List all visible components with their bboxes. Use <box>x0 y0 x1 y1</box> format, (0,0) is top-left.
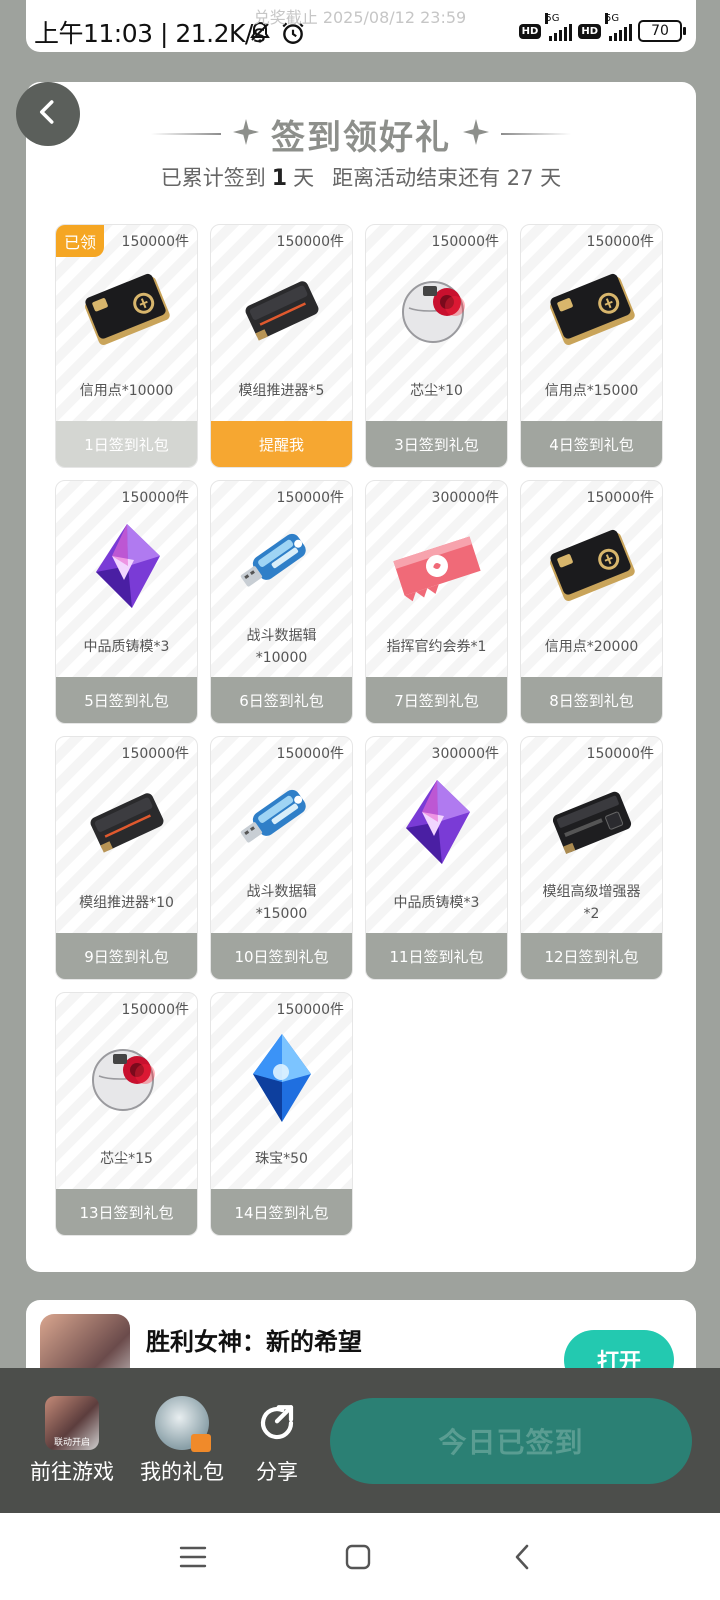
reward-card[interactable]: 已领 150000件信用点*10000 1日签到礼包 <box>55 224 198 468</box>
daily-pack-button[interactable]: 13日签到礼包 <box>56 1189 197 1235</box>
stock-count: 150000件 <box>121 746 189 762</box>
reward-name: 模组高级增强器 *2 <box>542 884 641 922</box>
battle-data-usb-icon <box>232 777 332 867</box>
menu-icon[interactable] <box>175 1539 211 1575</box>
reward-name: 信用点*20000 <box>544 639 639 655</box>
crystal-mold-icon <box>77 521 177 611</box>
deadline-overlay: 兑奖截止 2025/08/12 23:59 <box>253 8 467 27</box>
reward-card[interactable]: 150000件模组推进器*10 9日签到礼包 <box>55 736 198 980</box>
crystal-mold-icon <box>387 777 487 867</box>
daily-pack-button[interactable]: 6日签到礼包 <box>211 677 352 723</box>
credit-card-icon <box>542 265 642 355</box>
days-remaining: 距离活动结束还有 27 天 <box>332 166 562 190</box>
claimed-badge: 已领 <box>56 225 104 257</box>
module-thruster-icon <box>77 777 177 867</box>
bottom-action-bar: 联动开启 前往游戏 我的礼包 分享 今日已签到 <box>0 1368 720 1513</box>
reward-card[interactable]: 150000件芯尘*15 13日签到礼包 <box>55 992 198 1236</box>
reward-card[interactable]: 300000件中品质铸模*3 11日签到礼包 <box>365 736 508 980</box>
back-nav-icon[interactable] <box>504 1539 540 1575</box>
module-enhancer-icon <box>542 777 642 867</box>
date-ticket-icon <box>387 521 487 611</box>
stock-count: 300000件 <box>431 746 499 762</box>
my-gifts-button[interactable]: 我的礼包 <box>140 1396 224 1486</box>
core-dust-icon <box>387 265 487 355</box>
chevron-left-icon <box>33 97 63 131</box>
daily-pack-button[interactable]: 7日签到礼包 <box>366 677 507 723</box>
daily-pack-button[interactable]: 14日签到礼包 <box>211 1189 352 1235</box>
daily-pack-button[interactable]: 9日签到礼包 <box>56 933 197 979</box>
signed-today-button[interactable]: 今日已签到 <box>330 1398 692 1484</box>
my-gifts-label: 我的礼包 <box>140 1460 224 1484</box>
reward-card[interactable]: 150000件战斗数据辑 *10000 6日签到礼包 <box>210 480 353 724</box>
sparkle-icon <box>233 119 259 149</box>
sign-in-panel: 签到领好礼 已累计签到 1 天距离活动结束还有 27 天 已领 150000件 信用点*… <box>26 82 696 1272</box>
game-name: 胜利女神：新的希望 <box>146 1328 362 1356</box>
share-label: 分享 <box>256 1460 298 1484</box>
reward-name: 中品质铸模*3 <box>393 895 480 911</box>
game-launch-icon: 联动开启 <box>45 1396 99 1450</box>
reward-name: 珠宝*50 <box>255 1151 308 1167</box>
sparkle-icon <box>463 119 489 149</box>
reward-card[interactable]: 150000件战斗数据辑 *15000 10日签到礼包 <box>210 736 353 980</box>
reward-card[interactable]: 150000件芯尘*10 3日签到礼包 <box>365 224 508 468</box>
daily-pack-button[interactable]: 4日签到礼包 <box>521 421 662 467</box>
reward-name: 战斗数据辑 *15000 <box>246 884 317 922</box>
stock-count: 150000件 <box>121 1002 189 1018</box>
stock-count: 150000件 <box>276 490 344 506</box>
share-icon <box>250 1396 304 1450</box>
stock-count: 150000件 <box>276 746 344 762</box>
reward-card[interactable]: 150000件中品质铸模*3 5日签到礼包 <box>55 480 198 724</box>
go-to-game-label: 前往游戏 <box>30 1460 114 1484</box>
reward-card[interactable]: 150000件珠宝*50 14日签到礼包 <box>210 992 353 1236</box>
stock-count: 150000件 <box>276 1002 344 1018</box>
module-thruster-icon <box>232 265 332 355</box>
stock-count: 150000件 <box>121 234 189 250</box>
reward-card[interactable]: 150000件模组高级增强器 *2 12日签到礼包 <box>520 736 663 980</box>
reward-name: 信用点*15000 <box>544 383 639 399</box>
reward-name: 模组推进器*5 <box>238 383 325 399</box>
reward-card[interactable]: 150000件信用点*20000 8日签到礼包 <box>520 480 663 724</box>
system-nav-bar <box>0 1513 720 1600</box>
page-title: 签到领好礼 <box>271 117 451 158</box>
reward-name: 指挥官约会券*1 <box>386 639 487 655</box>
remind-me-button[interactable]: 提醒我 <box>211 421 352 467</box>
home-icon[interactable] <box>340 1539 376 1575</box>
stock-count: 300000件 <box>431 490 499 506</box>
reward-name: 芯尘*15 <box>100 1151 153 1167</box>
signed-days-count: 1 <box>271 166 288 191</box>
reward-name: 战斗数据辑 *10000 <box>246 628 317 666</box>
reward-name: 模组推进器*10 <box>79 895 174 911</box>
daily-pack-button[interactable]: 3日签到礼包 <box>366 421 507 467</box>
daily-pack-button[interactable]: 10日签到礼包 <box>211 933 352 979</box>
sign-in-summary: 已累计签到 1 天距离活动结束还有 27 天 <box>160 166 562 191</box>
daily-pack-button[interactable]: 8日签到礼包 <box>521 677 662 723</box>
credit-card-icon <box>542 521 642 611</box>
stock-count: 150000件 <box>121 490 189 506</box>
back-button[interactable] <box>16 82 80 146</box>
reward-card[interactable]: 150000件信用点*15000 4日签到礼包 <box>520 224 663 468</box>
stock-count: 150000件 <box>431 234 499 250</box>
daily-pack-button[interactable]: 5日签到礼包 <box>56 677 197 723</box>
title-row: 签到领好礼 <box>26 112 696 158</box>
daily-pack-button[interactable]: 1日签到礼包 <box>56 421 197 467</box>
reward-grid: 已领 150000件 信用点*10000 1日签到礼包 150000件 模组推进器*5 提醒… <box>55 224 663 1236</box>
share-button[interactable]: 分享 <box>250 1396 304 1486</box>
gift-avatar-icon <box>155 1396 211 1452</box>
core-dust-icon <box>77 1033 177 1123</box>
reward-name: 中品质铸模*3 <box>83 639 170 655</box>
reward-card[interactable]: 150000件模组推进器*5 提醒我 <box>210 224 353 468</box>
daily-pack-button[interactable]: 12日签到礼包 <box>521 933 662 979</box>
jewel-icon <box>232 1033 332 1123</box>
daily-pack-button[interactable]: 11日签到礼包 <box>366 933 507 979</box>
battle-data-usb-icon <box>232 521 332 611</box>
stock-count: 150000件 <box>586 234 654 250</box>
reward-name: 信用点*10000 <box>79 383 174 399</box>
stock-count: 150000件 <box>586 746 654 762</box>
credit-card-icon <box>77 265 177 355</box>
stock-count: 150000件 <box>586 490 654 506</box>
stock-count: 150000件 <box>276 234 344 250</box>
reward-name: 芯尘*10 <box>410 383 463 399</box>
go-to-game-button[interactable]: 联动开启 前往游戏 <box>30 1396 114 1486</box>
reward-card[interactable]: 300000件指挥官约会券*1 7日签到礼包 <box>365 480 508 724</box>
